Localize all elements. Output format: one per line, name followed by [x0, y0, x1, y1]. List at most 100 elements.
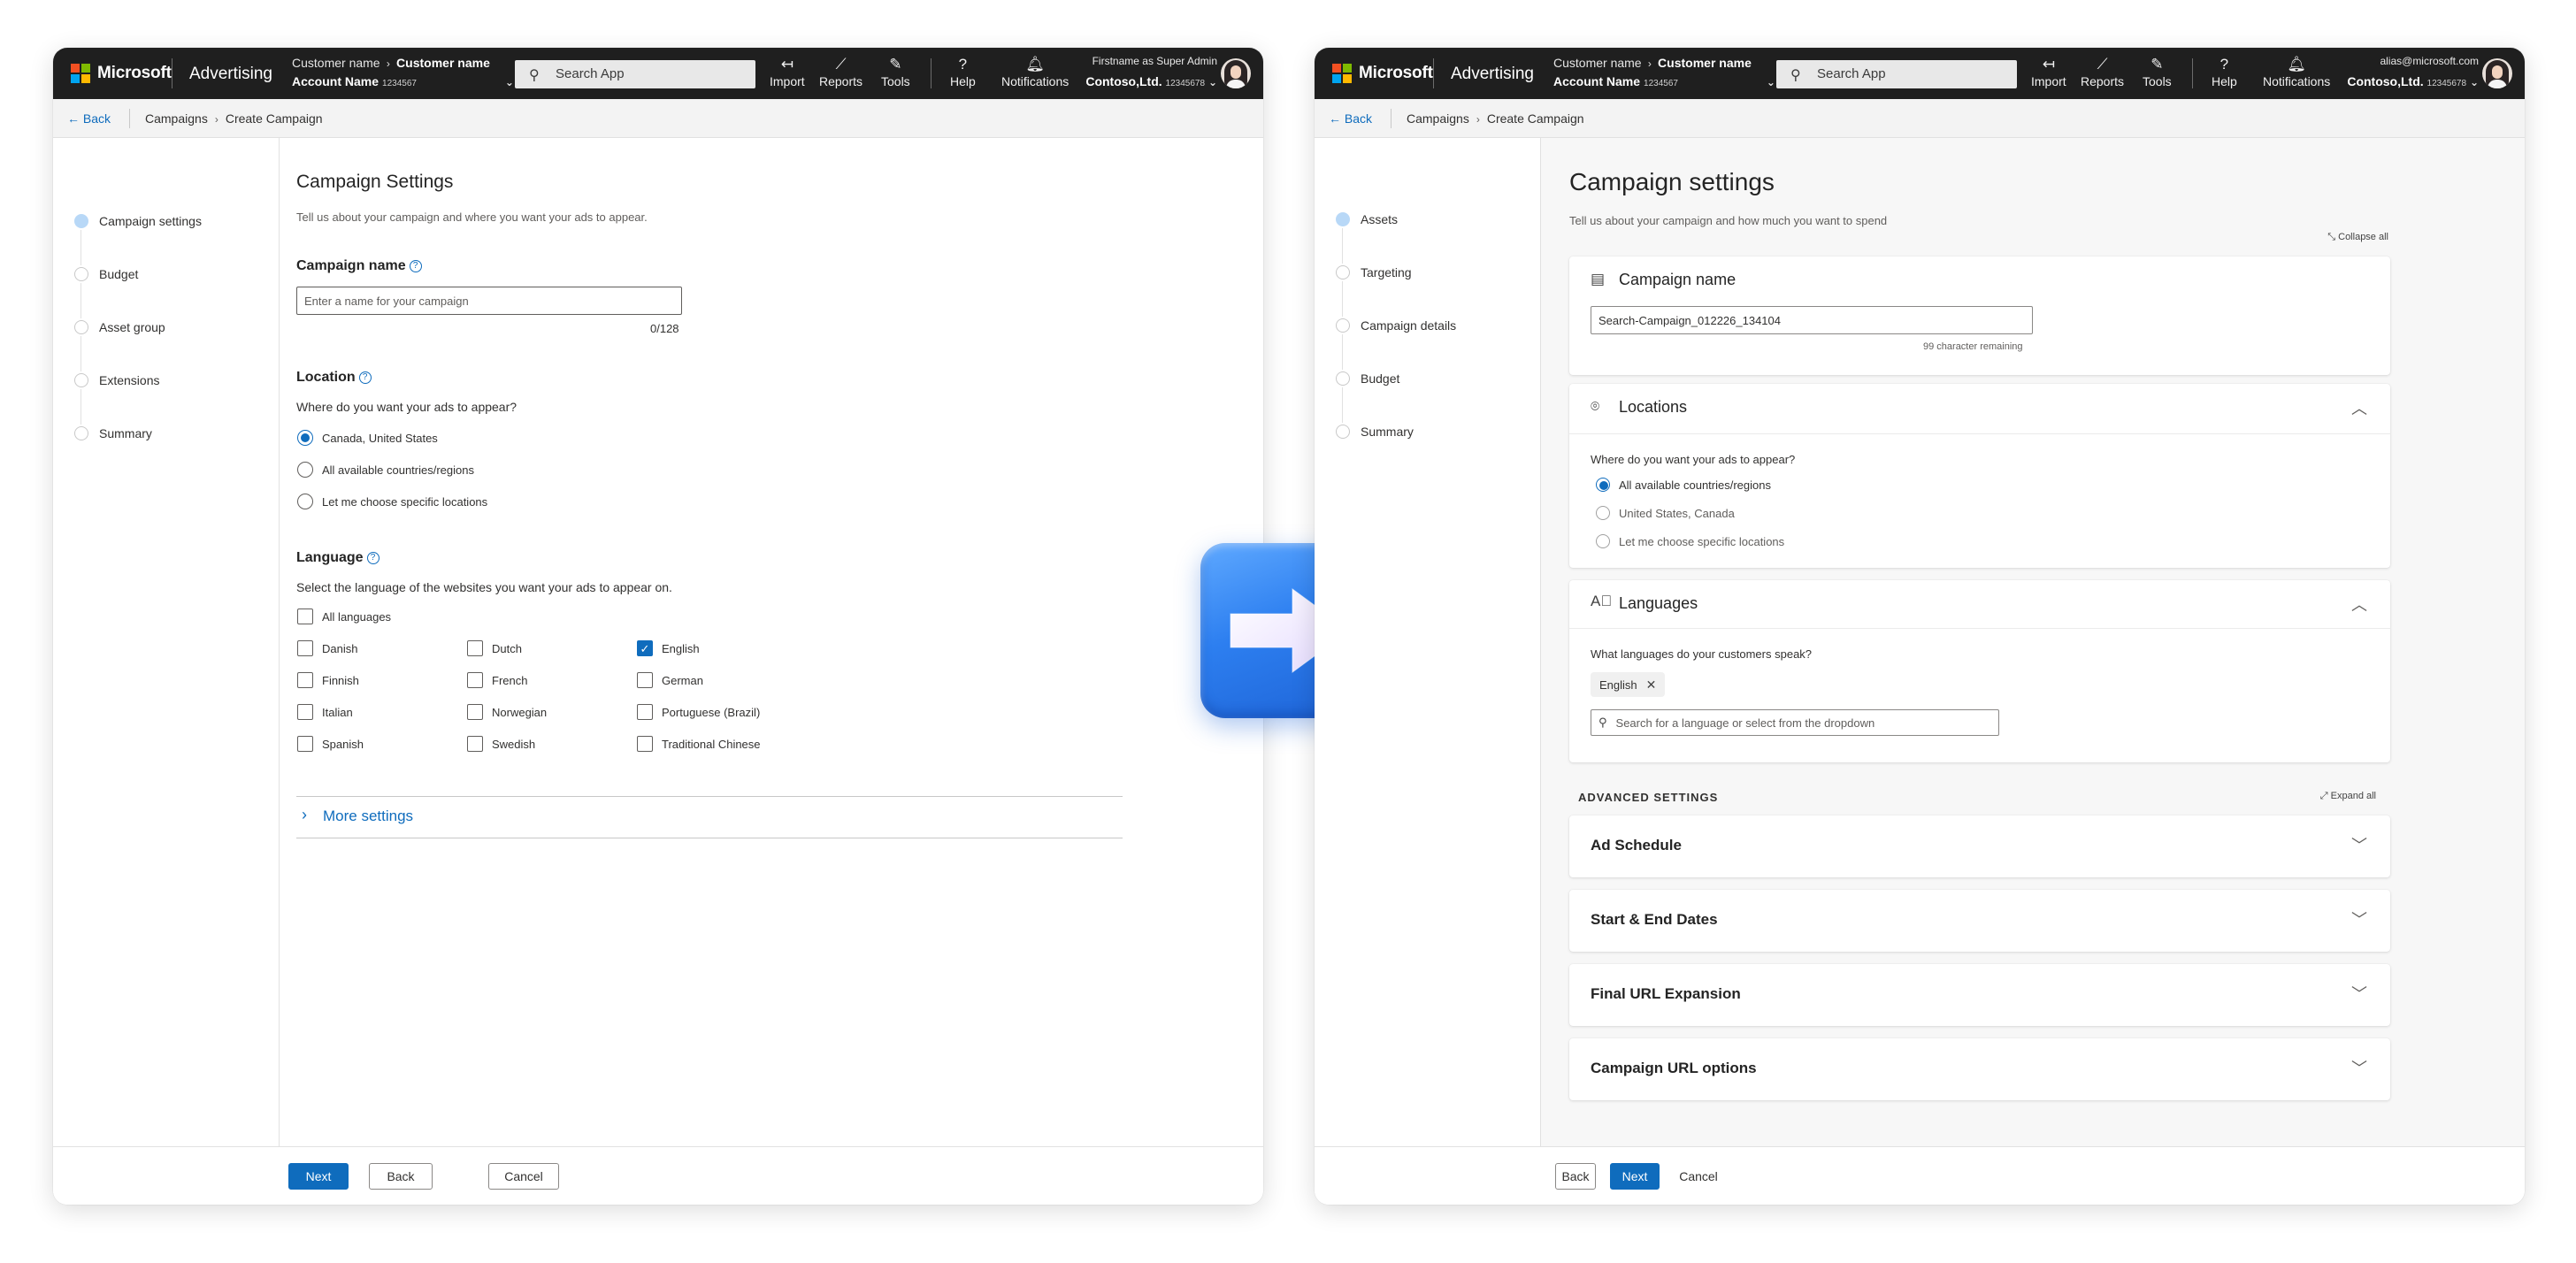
- next-button[interactable]: Next: [1610, 1163, 1660, 1190]
- top-bar: Microsoft Advertising Customer name › Cu…: [1315, 48, 2525, 99]
- customer-selector[interactable]: Customer name › Customer name: [1553, 56, 1752, 70]
- account-selector[interactable]: Account Name 1234567 ⌄: [292, 74, 514, 88]
- translate-icon: A⃫: [1591, 593, 1613, 609]
- checkbox-label: Norwegian: [492, 706, 548, 719]
- chevron-down-icon[interactable]: ﹀: [2351, 833, 2367, 856]
- user-account-selector[interactable]: Contoso,Ltd. 12345678 ⌄: [1085, 74, 1217, 88]
- step-label: Asset group: [99, 320, 165, 334]
- top-bar: Microsoft Advertising Customer name › Cu…: [53, 48, 1263, 99]
- step-label: Summary: [99, 426, 152, 440]
- product-name[interactable]: Advertising: [189, 65, 272, 84]
- step-dot: [74, 320, 88, 334]
- reports-button[interactable]: ⟋ Reports: [819, 55, 862, 88]
- help-button[interactable]: ? Help: [2212, 55, 2237, 88]
- step-dot: [1336, 371, 1350, 386]
- step-label: Targeting: [1361, 265, 1412, 279]
- avatar[interactable]: [2482, 58, 2512, 88]
- account-number: 1234567: [1644, 79, 1678, 88]
- customer-value: Customer name: [396, 56, 490, 70]
- back-button[interactable]: Back: [1555, 1163, 1596, 1190]
- product-name[interactable]: Advertising: [1451, 65, 1534, 84]
- step-navigation: Campaign settings Budget Asset group Ext…: [53, 138, 280, 1205]
- start-end-dates-card[interactable]: Start & End Dates ﹀: [1569, 890, 2390, 952]
- final-url-expansion-card[interactable]: Final URL Expansion ﹀: [1569, 964, 2390, 1026]
- character-counter: 0/128: [650, 322, 679, 335]
- tools-label: Tools: [881, 74, 910, 88]
- language-chip-english[interactable]: English ✕: [1591, 672, 1666, 697]
- microsoft-logo-icon: [1332, 64, 1352, 83]
- user-company: Contoso,Ltd.: [1085, 74, 1162, 88]
- chevron-down-icon[interactable]: ﹀: [2351, 907, 2367, 930]
- breadcrumb: ← Back Campaigns › Create Campaign: [1315, 99, 2525, 138]
- campaign-name-input[interactable]: Enter a name for your campaign: [296, 287, 682, 315]
- customer-selector[interactable]: Customer name › Customer name: [292, 56, 490, 70]
- more-settings-expander[interactable]: › More settings: [296, 796, 1123, 838]
- search-input[interactable]: ⚲ Search App: [515, 60, 755, 88]
- notifications-button[interactable]: 🔔︎ Notifications: [1001, 55, 1069, 88]
- chevron-down-icon: ⌄: [2469, 76, 2479, 88]
- tools-label: Tools: [2143, 74, 2172, 88]
- cancel-button[interactable]: Cancel: [488, 1163, 559, 1190]
- help-icon[interactable]: ?: [358, 371, 372, 384]
- next-button[interactable]: Next: [288, 1163, 349, 1190]
- arrow-left-icon: ←: [1329, 111, 1341, 126]
- search-input[interactable]: ⚲ Search App: [1776, 60, 2017, 88]
- expand-all-button[interactable]: ⤢ Expand all: [2320, 791, 2376, 802]
- chevron-down-icon[interactable]: ﹀: [2351, 1056, 2367, 1079]
- help-icon[interactable]: ?: [409, 260, 422, 272]
- help-icon[interactable]: ?: [366, 552, 380, 564]
- reports-button[interactable]: ⟋ Reports: [2081, 55, 2124, 88]
- back-button[interactable]: Back: [369, 1163, 433, 1190]
- campaign-name-input[interactable]: Search-Campaign_012226_134104: [1591, 306, 2033, 334]
- account-selector[interactable]: Account Name 1234567 ⌄: [1553, 74, 1775, 88]
- back-link[interactable]: ← Back: [1329, 111, 1372, 126]
- checkmark-icon: ✓: [637, 640, 653, 656]
- tools-button[interactable]: ✎ Tools: [2143, 55, 2172, 88]
- avatar[interactable]: [1221, 58, 1251, 88]
- chevron-up-icon[interactable]: ︿: [2351, 593, 2367, 616]
- bell-icon: 🔔︎: [2287, 56, 2306, 73]
- notifications-button[interactable]: 🔔︎ Notifications: [2263, 55, 2330, 88]
- tools-button[interactable]: ✎ Tools: [881, 55, 910, 88]
- ad-schedule-card[interactable]: Ad Schedule ﹀: [1569, 815, 2390, 877]
- chevron-up-icon[interactable]: ︿: [2351, 396, 2367, 419]
- locations-card: ⌾ Locations ︿ Where do you want your ads…: [1569, 384, 2390, 568]
- location-question: Where do you want your ads to appear?: [296, 400, 518, 414]
- collapse-all-button[interactable]: ⤡ Collapse all: [2327, 232, 2388, 243]
- page-title: Campaign Settings: [296, 172, 454, 192]
- expand-icon: ⤢: [2319, 791, 2328, 801]
- checkbox-label: Danish: [322, 642, 358, 655]
- account-label: Account Name: [1553, 74, 1641, 88]
- user-account-selector[interactable]: Contoso,Ltd. 12345678 ⌄: [2347, 74, 2479, 88]
- chip-label: English: [1599, 678, 1637, 692]
- wrench-icon: ✎: [2150, 56, 2164, 73]
- import-button[interactable]: ↤ Import: [2031, 55, 2066, 88]
- step-dot: [74, 267, 88, 281]
- step-dot: [74, 426, 88, 440]
- account-number: 1234567: [382, 79, 417, 88]
- search-placeholder: Search App: [556, 66, 625, 81]
- breadcrumb-campaigns[interactable]: Campaigns: [145, 111, 208, 126]
- campaign-url-options-title: Campaign URL options: [1591, 1060, 1757, 1076]
- customer-value: Customer name: [1658, 56, 1752, 70]
- close-icon[interactable]: ✕: [1646, 677, 1657, 692]
- customer-label: Customer name: [292, 56, 380, 70]
- wrench-icon: ✎: [889, 56, 902, 73]
- breadcrumb-campaigns[interactable]: Campaigns: [1407, 111, 1469, 126]
- collapse-all-label: Collapse all: [2338, 232, 2388, 242]
- user-number: 12345678: [2426, 79, 2467, 88]
- campaign-url-options-card[interactable]: Campaign URL options ﹀: [1569, 1038, 2390, 1100]
- step-dot: [1336, 265, 1350, 279]
- back-link[interactable]: ← Back: [67, 111, 111, 126]
- account-label: Account Name: [292, 74, 380, 88]
- notifications-label: Notifications: [1001, 74, 1070, 88]
- language-search-input[interactable]: ⚲ Search for a language or select from th…: [1591, 709, 1999, 736]
- checkbox-label: Swedish: [492, 738, 536, 751]
- campaign-name-placeholder: Enter a name for your campaign: [304, 294, 469, 308]
- step-label: Campaign settings: [99, 214, 202, 228]
- import-button[interactable]: ↤ Import: [770, 55, 805, 88]
- cancel-button[interactable]: Cancel: [1670, 1163, 1727, 1190]
- import-label: Import: [770, 74, 805, 88]
- chevron-down-icon[interactable]: ﹀: [2351, 982, 2367, 1005]
- help-button[interactable]: ? Help: [950, 55, 976, 88]
